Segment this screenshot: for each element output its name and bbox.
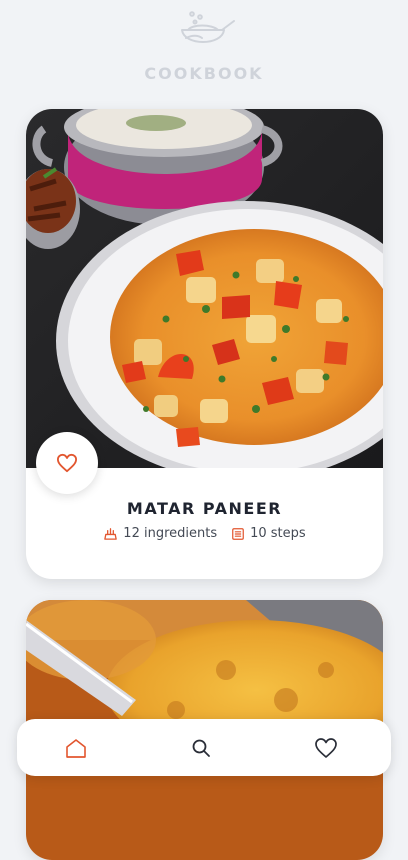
recipe-meta: 12 ingredients 10 steps (26, 526, 383, 541)
steps-icon (232, 527, 244, 540)
app-header: COOKBOOK (0, 0, 408, 100)
steps-info: 10 steps (231, 526, 306, 541)
favorite-button[interactable] (36, 432, 98, 494)
bottom-nav (17, 719, 391, 776)
nav-favorites[interactable] (296, 719, 356, 776)
search-icon (192, 739, 210, 757)
ingredients-icon (104, 528, 118, 540)
steps-count: 10 steps (250, 526, 306, 541)
cooking-pot-icon (181, 11, 235, 43)
app-title: COOKBOOK (144, 64, 264, 83)
ingredients-info: 12 ingredients (103, 526, 217, 541)
heart-icon (57, 453, 77, 473)
nav-home[interactable] (46, 719, 106, 776)
recipe-title: MATAR PANEER (126, 499, 283, 518)
heart-outline-icon (315, 737, 337, 758)
recipe-photo (26, 109, 383, 468)
ingredients-count: 12 ingredients (123, 526, 218, 541)
recipe-card[interactable]: MATAR PANEER 12 ingredients 10 steps (26, 109, 383, 579)
home-icon (66, 738, 86, 758)
nav-search[interactable] (171, 719, 231, 776)
